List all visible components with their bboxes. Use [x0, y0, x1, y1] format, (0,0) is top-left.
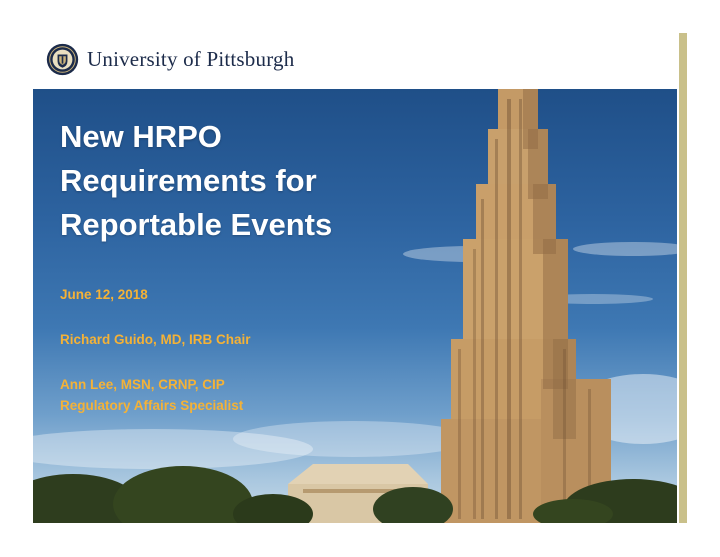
presenter-2: Ann Lee, MSN, CRNP, CIP Regulatory Affai…: [60, 374, 243, 416]
university-seal-icon: [46, 43, 79, 76]
presentation-date: June 12, 2018: [60, 287, 148, 302]
slide-title-line: New HRPO: [60, 119, 222, 154]
title-slide: University of Pittsburgh New HRPO Requir…: [33, 33, 677, 523]
slide-title: New HRPO Requirements for Reportable Eve…: [60, 115, 332, 247]
presenter-role: Regulatory Affairs Specialist: [60, 398, 244, 413]
slide-title-line: Reportable Events: [60, 207, 333, 242]
cathedral-photo: New HRPO Requirements for Reportable Eve…: [33, 89, 677, 523]
slide-title-line: Requirements for: [60, 163, 317, 198]
slide-header: University of Pittsburgh: [33, 33, 677, 89]
side-accent-bar: [679, 33, 687, 523]
university-name: University of Pittsburgh: [87, 47, 295, 71]
presenter-name: Richard Guido, MD, IRB Chair: [60, 332, 251, 347]
presenter-name: Ann Lee, MSN, CRNP, CIP: [60, 377, 225, 392]
presenter-1: Richard Guido, MD, IRB Chair: [60, 329, 251, 350]
